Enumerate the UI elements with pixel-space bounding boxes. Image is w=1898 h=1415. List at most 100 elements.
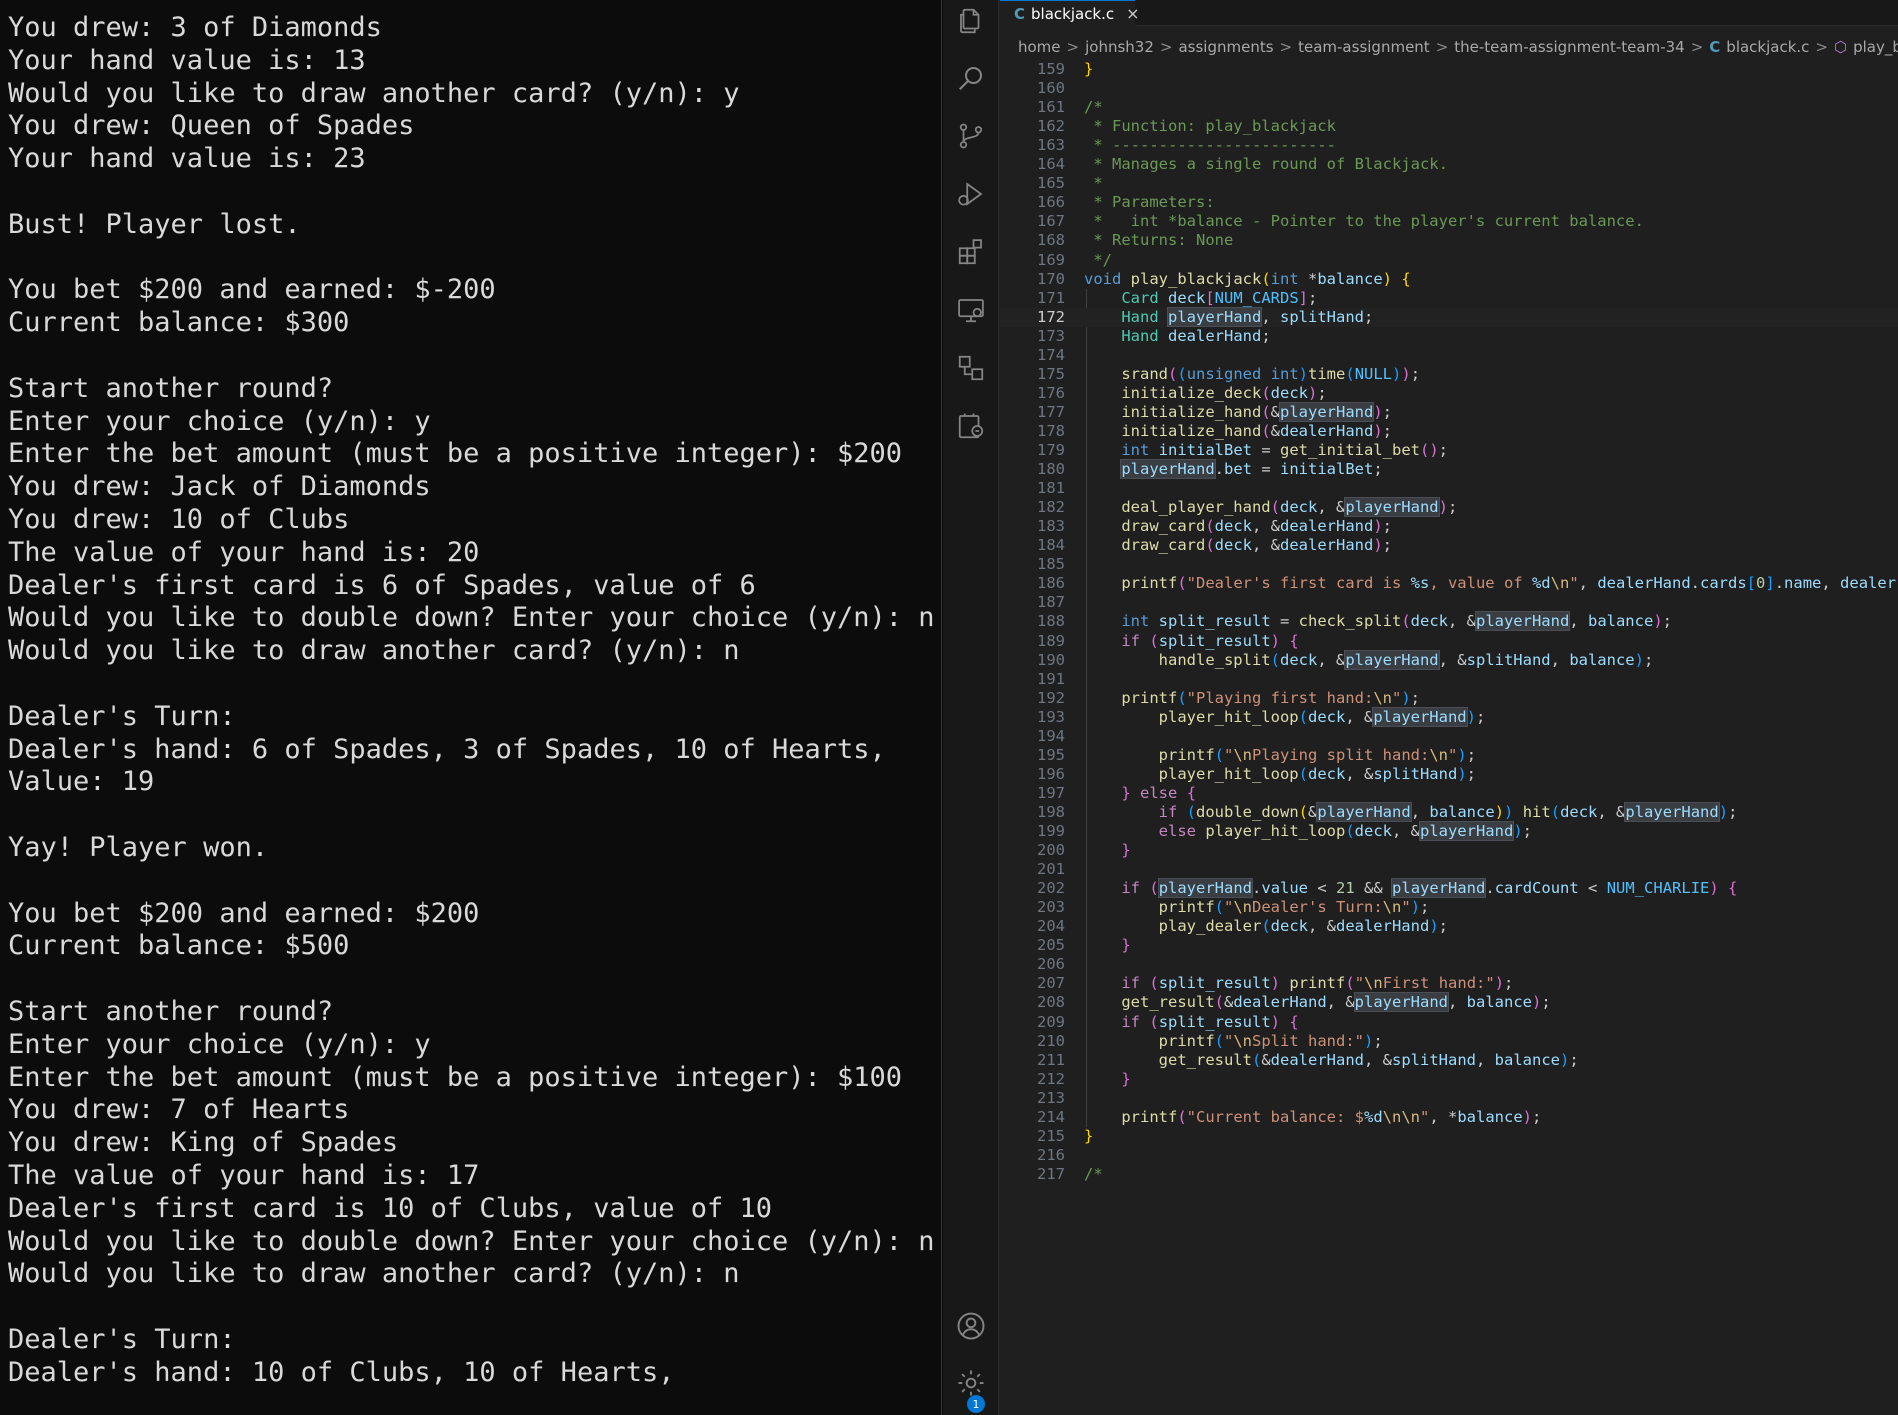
code-token: ): [1401, 688, 1411, 707]
code-line[interactable]: 213: [1000, 1089, 1898, 1108]
breadcrumb-item[interactable]: home: [1018, 38, 1061, 56]
code-line[interactable]: 179 int initialBet = get_initial_bet();: [1000, 441, 1898, 460]
explorer-icon[interactable]: [953, 3, 989, 39]
code-token: else: [1158, 822, 1196, 840]
code-line[interactable]: 206: [1000, 955, 1898, 974]
breadcrumb-item[interactable]: johnsh32: [1085, 38, 1154, 56]
code-line[interactable]: 187: [1000, 593, 1898, 612]
code-line[interactable]: 203 printf("\nDealer's Turn:\n");: [1000, 898, 1898, 917]
source-control-icon[interactable]: [953, 118, 989, 154]
code-token: ;: [1447, 498, 1458, 517]
code-line[interactable]: 189 if (split_result) {: [1000, 632, 1898, 651]
close-icon[interactable]: ×: [1126, 4, 1139, 23]
code-text: void play_blackjack(int *balance) {: [1084, 270, 1411, 289]
code-line[interactable]: 171 Card deck[NUM_CARDS];: [1000, 289, 1898, 308]
code-line[interactable]: 163 * ------------------------: [1000, 136, 1898, 155]
code-token: (: [1149, 631, 1159, 650]
code-line[interactable]: 161 /*: [1000, 98, 1898, 117]
code-line[interactable]: 180 playerHand.bet = initialBet;: [1000, 459, 1898, 480]
code-line[interactable]: 181: [1000, 479, 1898, 498]
terminal-line: Enter your choice (y/n): y: [8, 405, 431, 437]
code-line[interactable]: 178 initialize_hand(&dealerHand);: [1000, 422, 1898, 441]
code-token: /*: [1084, 98, 1103, 117]
code-line[interactable]: 205 }: [1000, 936, 1898, 955]
code-line[interactable]: 191: [1000, 670, 1898, 689]
run-debug-icon[interactable]: [953, 176, 989, 212]
code-line[interactable]: 184 draw_card(deck, &dealerHand);: [1000, 536, 1898, 555]
code-line[interactable]: 210 printf("\nSplit hand:");: [1000, 1032, 1898, 1051]
code-line[interactable]: 193 player_hit_loop(deck, &playerHand);: [1000, 706, 1898, 727]
github-copilot-icon[interactable]: [953, 408, 989, 444]
code-line[interactable]: 176 initialize_deck(deck);: [1000, 384, 1898, 403]
code-editor[interactable]: 159} 160 161/* 162 * Function: play_blackja…: [1000, 60, 1898, 1415]
code-line[interactable]: 182 deal_player_hand(deck, &playerHand);: [1000, 497, 1898, 518]
code-line[interactable]: 198 if (double_down(&playerHand, balance…: [1000, 801, 1898, 822]
code-line[interactable]: 199 else player_hit_loop(deck, &playerHa…: [1000, 821, 1898, 841]
breadcrumb-item[interactable]: team-assignment: [1298, 38, 1430, 56]
code-line[interactable]: 217 /*: [1000, 1165, 1898, 1184]
remote-explorer-icon[interactable]: [953, 292, 989, 328]
code-line[interactable]: 177 initialize_hand(&playerHand);: [1000, 401, 1898, 422]
code-line[interactable]: 175 srand((unsigned int)time(NULL));: [1000, 365, 1898, 384]
code-line[interactable]: 186 printf("Dealer's first card is %s, v…: [1000, 574, 1898, 593]
code-token: \n: [1373, 688, 1392, 707]
code-line[interactable]: 192 printf("Playing first hand:\n");: [1000, 689, 1898, 708]
breadcrumb-item[interactable]: assignments: [1178, 38, 1273, 56]
code-line[interactable]: 173 Hand dealerHand;: [1000, 327, 1898, 346]
code-line[interactable]: 162 * Function: play_blackjack: [1000, 117, 1898, 136]
code-line[interactable]: 185: [1000, 555, 1898, 574]
code-line[interactable]: 212 }: [1000, 1070, 1898, 1089]
code-line[interactable]: 196 player_hit_loop(deck, &splitHand);: [1000, 765, 1898, 784]
code-token: name: [1784, 574, 1822, 593]
account-icon[interactable]: [953, 1308, 989, 1344]
code-token: \n: [1364, 974, 1383, 993]
code-line[interactable]: 207 if (split_result) printf("\nFirst ha…: [1000, 974, 1898, 993]
code-line[interactable]: 169 */: [1000, 251, 1898, 270]
code-line[interactable]: 200 }: [1000, 841, 1898, 860]
code-line[interactable]: 194: [1000, 727, 1898, 746]
code-token: int: [1270, 269, 1299, 288]
code-line[interactable]: 159}: [1000, 60, 1898, 79]
code-token: printf: [1158, 898, 1215, 917]
code-line[interactable]: 215}: [1000, 1127, 1898, 1146]
line-number: 160: [1037, 79, 1065, 98]
line-number: 182: [1037, 498, 1065, 517]
line-number: 212: [1037, 1069, 1065, 1088]
code-line[interactable]: 209 if (split_result) {: [1000, 1013, 1898, 1032]
code-line[interactable]: 170 void play_blackjack(int *balance) {: [1000, 270, 1898, 289]
code-line[interactable]: 167 * int *balance - Pointer to the play…: [1000, 212, 1898, 231]
terminal-panel[interactable]: You drew: 3 of Diamonds Your hand value i…: [0, 0, 942, 1415]
extensions-icon[interactable]: [953, 234, 989, 270]
code-line[interactable]: 211 get_result(&dealerHand, &splitHand, …: [1000, 1051, 1898, 1070]
code-line[interactable]: 201: [1000, 860, 1898, 879]
testing-icon[interactable]: [953, 350, 989, 386]
code-line[interactable]: 208 get_result(&dealerHand, &playerHand,…: [1000, 992, 1898, 1013]
search-icon[interactable]: [953, 60, 989, 96]
code-line[interactable]: 197 } else {: [1000, 784, 1898, 803]
code-line[interactable]: 188 int split_result = check_split(deck,…: [1000, 611, 1898, 632]
code-line[interactable]: 160: [1000, 79, 1898, 98]
code-token: ): [1270, 631, 1281, 650]
code-line[interactable]: 204 play_dealer(deck, &dealerHand);: [1000, 917, 1898, 936]
code-line[interactable]: 168 * Returns: None: [1000, 231, 1898, 250]
code-line[interactable]: 216: [1000, 1146, 1898, 1165]
breadcrumb-item[interactable]: play_blackjack(in: [1853, 38, 1898, 56]
code-line[interactable]: 202 if (playerHand.value < 21 && playerH…: [1000, 878, 1898, 899]
code-line[interactable]: 174: [1000, 346, 1898, 365]
tab-blackjack-c[interactable]: C blackjack.c ×: [1000, 0, 1140, 26]
code-line[interactable]: 214 printf("Current balance: $%d\n\n", *…: [1000, 1108, 1898, 1127]
code-token: NUM_CARDS: [1214, 288, 1299, 307]
code-token: ": [1391, 688, 1402, 707]
breadcrumb-item[interactable]: blackjack.c: [1726, 38, 1809, 56]
line-number: 179: [1037, 441, 1065, 459]
code-line[interactable]: 165 *: [1000, 174, 1898, 193]
code-line[interactable]: 164 * Manages a single round of Blackjac…: [1000, 155, 1898, 174]
breadcrumb-item[interactable]: the-team-assignment-team-34: [1454, 38, 1684, 56]
code-line[interactable]: 195 printf("\nPlaying split hand:\n");: [1000, 746, 1898, 765]
code-line[interactable]: 166 * Parameters:: [1000, 193, 1898, 212]
code-line[interactable]: 172 Hand playerHand, splitHand;: [1000, 306, 1898, 327]
code-line[interactable]: 183 draw_card(deck, &dealerHand);: [1000, 517, 1898, 536]
code-line[interactable]: 190 handle_split(deck, &playerHand, &spl…: [1000, 649, 1898, 670]
